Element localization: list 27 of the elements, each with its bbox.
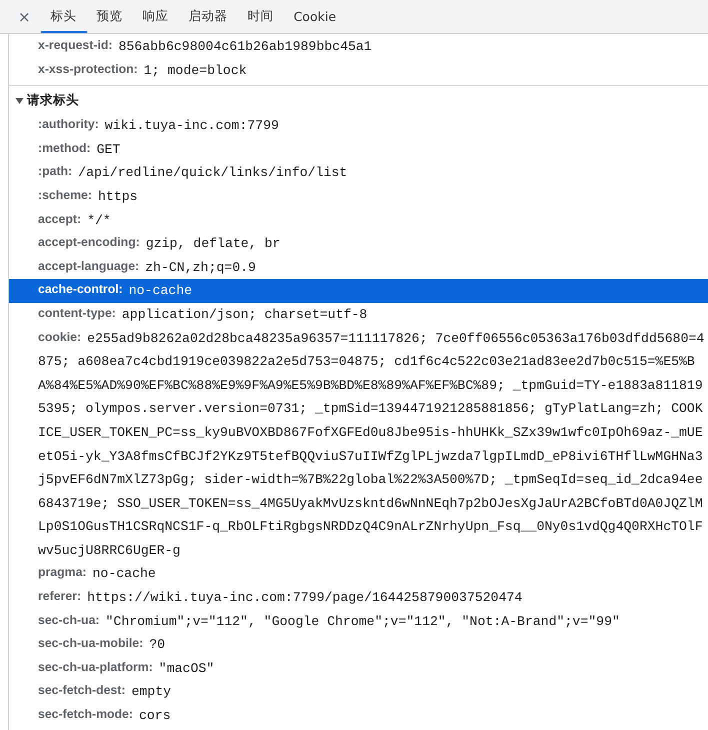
tab[interactable]: 标头 — [40, 0, 87, 33]
header-row[interactable]: accept: */* — [9, 208, 708, 232]
header-row[interactable]: :method: GET — [9, 138, 708, 162]
close-button[interactable]: × — [14, 8, 35, 26]
tab[interactable]: Cookie — [284, 0, 346, 33]
header-row[interactable]: :authority: wiki.tuya-inc.com:7799 — [9, 114, 708, 138]
selected-header-row[interactable]: cache-control: no-cache — [9, 279, 708, 303]
header-row[interactable]: sec-ch-ua-mobile: ?0 — [9, 633, 708, 657]
header-row[interactable]: sec-fetch-mode: cors — [9, 704, 708, 728]
tab[interactable]: 启动器 — [178, 0, 238, 33]
header-row[interactable]: accept-encoding: gzip, deflate, br — [9, 232, 708, 256]
header-row[interactable]: x-request-id: 856abb6c98004c61b26ab1989bbc45a1 — [9, 35, 708, 59]
tab[interactable]: 预览 — [86, 0, 133, 33]
collapse-triangle-icon[interactable] — [15, 96, 24, 106]
header-row[interactable]: :scheme: https — [9, 184, 708, 209]
header-row[interactable]: :path: /api/redline/quick/links/info/list — [9, 161, 708, 185]
header-row[interactable]: sec-fetch-dest: empty — [9, 680, 708, 704]
section-title[interactable]: 请求标头 — [27, 92, 79, 110]
tab[interactable]: 响应 — [132, 0, 179, 33]
header-row[interactable]: accept-language: zh-CN,zh;q=0.9 — [9, 256, 708, 280]
header-row[interactable]: sec-ch-ua: "Chromium";v="112", "Google Chrome";v="112", "Not:A-Brand";v="99" — [9, 610, 708, 634]
tab[interactable]: 时间 — [238, 0, 284, 33]
header-row[interactable]: content-type: application/json; charset=utf-8 — [9, 302, 708, 327]
header-row[interactable]: pragma: no-cache — [9, 562, 708, 586]
header-row[interactable]: sec-ch-ua-platform: "macOS" — [9, 656, 708, 680]
header-row[interactable]: x-xss-protection: 1; mode=block — [9, 58, 708, 82]
header-row[interactable]: referer: https://wiki.tuya-inc.com:7799/page/1644258790037520474 — [9, 586, 708, 610]
